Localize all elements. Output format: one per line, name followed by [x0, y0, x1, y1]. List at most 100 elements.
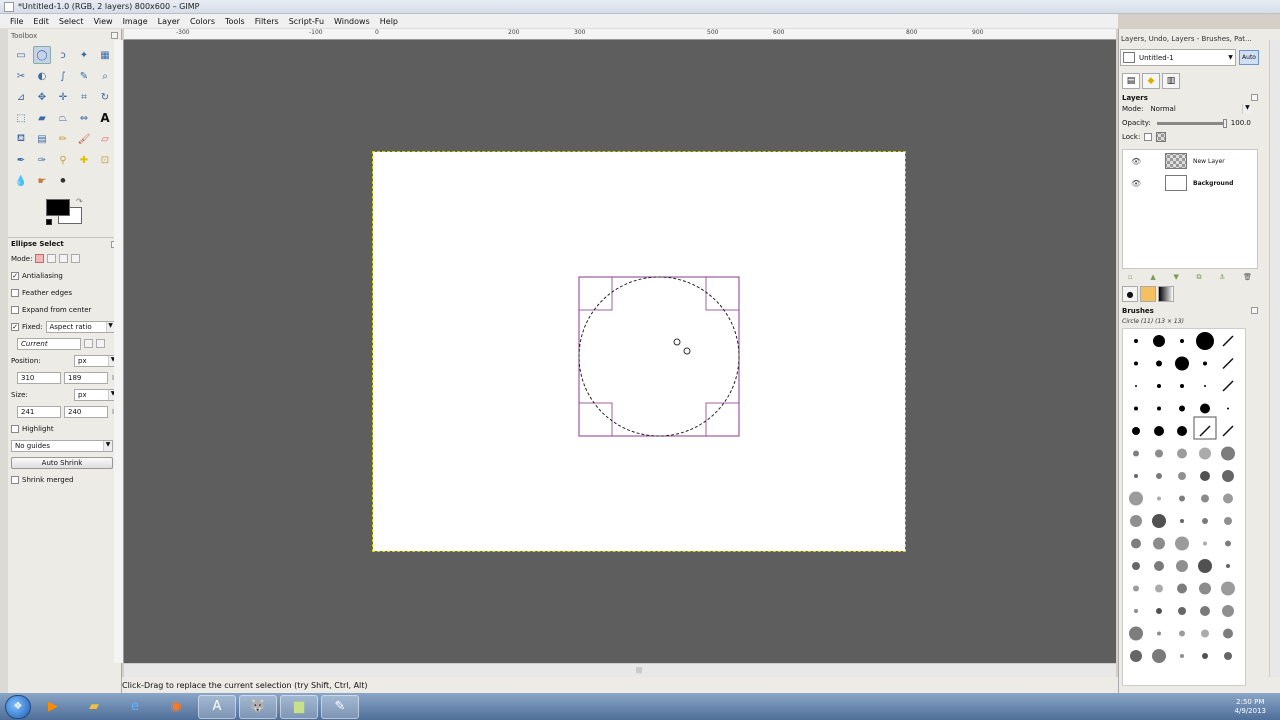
file-explorer-icon[interactable]: ▰ — [75, 695, 113, 719]
lock-pixels-checkbox[interactable] — [1144, 133, 1153, 141]
heal-icon[interactable]: ✚ — [75, 151, 93, 169]
perspective-clone-icon[interactable]: ⊡ — [96, 151, 114, 169]
gradients-tab-icon[interactable] — [1158, 286, 1174, 302]
reset-colors-icon[interactable] — [46, 219, 52, 225]
paintbrush-icon[interactable]: 🖌 — [75, 130, 93, 148]
clone-icon[interactable]: ⚲ — [54, 151, 72, 169]
image-select[interactable]: Untitled-1 ▼ — [1120, 49, 1236, 66]
new-layer-icon[interactable]: ▫ — [1128, 273, 1133, 282]
opacity-knob[interactable] — [1222, 118, 1227, 128]
patterns-tab-icon[interactable] — [1140, 286, 1156, 302]
aspect-current-input[interactable]: Current — [17, 337, 81, 350]
menu-help[interactable]: Help — [375, 17, 403, 26]
eye-icon[interactable]: 👁 — [1131, 157, 1141, 166]
opacity-slider[interactable] — [1156, 118, 1227, 128]
firefox-icon[interactable]: ◉ — [157, 695, 195, 719]
layers-tab-icon[interactable]: ▤ — [1122, 73, 1140, 89]
duplicate-layer-icon[interactable]: ⧉ — [1197, 273, 1202, 282]
anchor-layer-icon[interactable]: ⚓ — [1219, 273, 1225, 282]
fixed-checkbox[interactable]: ✓ — [11, 322, 19, 331]
smudge-icon[interactable]: ☛ — [33, 172, 51, 190]
fixed-select[interactable]: Aspect ratio ▼ — [45, 320, 116, 333]
gimp-wilber-icon[interactable]: 🐺 — [239, 694, 277, 719]
menu-windows[interactable]: Windows — [329, 17, 375, 26]
select-by-color-icon[interactable]: ▦ — [96, 46, 114, 64]
rotate-icon[interactable]: ↻ — [96, 88, 114, 106]
expand-from-center-checkbox[interactable] — [11, 305, 19, 314]
layer-mode-select[interactable]: Normal ▼ — [1147, 103, 1252, 115]
windows-start-icon[interactable]: ❖ — [5, 694, 31, 719]
highlight-checkbox[interactable] — [11, 424, 19, 433]
feather-edges-checkbox[interactable] — [11, 288, 19, 297]
fuzzy-select-icon[interactable]: ✦ — [75, 46, 93, 64]
brush-grid[interactable] — [1122, 328, 1246, 686]
pencil-icon[interactable]: ✏ — [54, 130, 72, 148]
menu-view[interactable]: View — [89, 17, 118, 26]
auto-shrink-button[interactable]: Auto Shrink — [11, 456, 113, 469]
auto-button[interactable]: Auto — [1239, 50, 1259, 65]
align-icon[interactable]: ✛ — [54, 88, 72, 106]
shear-icon[interactable]: ▰ — [33, 109, 51, 127]
lower-layer-icon[interactable]: ▼ — [1173, 273, 1178, 282]
delete-layer-icon[interactable]: 🗑 — [1243, 273, 1252, 282]
gimp-tool-icon[interactable]: ✎ — [321, 694, 359, 719]
brushes-tab-icon[interactable]: ● — [1122, 286, 1138, 302]
mode-intersect-button[interactable] — [71, 254, 81, 263]
ellipse-select-icon[interactable]: ◯ — [33, 46, 51, 64]
menu-tools[interactable]: Tools — [220, 17, 250, 26]
shrink-merged-checkbox[interactable] — [11, 475, 19, 484]
measure-icon[interactable]: ⊿ — [12, 88, 30, 106]
size-w-input[interactable]: 241 — [17, 405, 61, 418]
position-x-input[interactable]: 310 — [17, 371, 61, 384]
system-clock[interactable]: 2:50 PM 4/9/2013 — [1235, 698, 1266, 716]
menu-colors[interactable]: Colors — [185, 17, 220, 26]
mode-subtract-button[interactable] — [59, 254, 69, 263]
airbrush-icon[interactable]: ✒ — [12, 151, 30, 169]
position-y-input[interactable]: 189 — [64, 371, 108, 384]
position-unit-select[interactable]: px ▼ — [74, 354, 118, 367]
gimp-a-icon[interactable]: A — [198, 694, 236, 719]
canvas-area[interactable] — [124, 40, 1116, 663]
ink-icon[interactable]: ✑ — [33, 151, 51, 169]
text-icon[interactable]: A — [96, 109, 114, 127]
mode-replace-button[interactable] — [35, 254, 45, 263]
scale-icon[interactable]: ⬚ — [12, 109, 30, 127]
size-h-input[interactable]: 240 — [64, 405, 108, 418]
antialiasing-checkbox[interactable]: ✓ — [11, 271, 19, 280]
raise-layer-icon[interactable]: ▲ — [1150, 273, 1155, 282]
dock-close-icon[interactable] — [111, 32, 118, 39]
menu-layer[interactable]: Layer — [153, 17, 185, 26]
image-canvas[interactable] — [372, 151, 906, 552]
gimp-window-icon[interactable]: ▆ — [280, 694, 318, 719]
layer-row-new-layer[interactable]: 👁 New Layer — [1123, 150, 1257, 172]
menu-filters[interactable]: Filters — [250, 17, 284, 26]
foreground-select-icon[interactable]: ◐ — [33, 67, 51, 85]
mode-add-button[interactable] — [47, 254, 57, 263]
landscape-button[interactable] — [96, 339, 105, 348]
swap-colors-icon[interactable]: ↷ — [76, 197, 83, 206]
internet-explorer-icon[interactable]: e — [116, 695, 154, 719]
horizontal-scrollbar[interactable]: ||| — [124, 663, 1116, 677]
media-player-icon[interactable]: ▶ — [34, 695, 72, 719]
channels-tab-icon[interactable]: ◆ — [1142, 73, 1160, 89]
menu-edit[interactable]: Edit — [28, 17, 54, 26]
lock-alpha-icon[interactable] — [1156, 132, 1167, 142]
paths-icon[interactable]: ∫ — [54, 67, 72, 85]
layer-row-background[interactable]: 👁 Background — [1123, 172, 1257, 194]
move-icon[interactable]: ✥ — [33, 88, 51, 106]
right-dock-scrollbar[interactable] — [1269, 40, 1280, 677]
color-picker-icon[interactable]: ✎ — [75, 67, 93, 85]
blur-icon[interactable]: 💧 — [12, 172, 30, 190]
zoom-icon[interactable]: ⌕ — [96, 67, 114, 85]
layers-close-icon[interactable] — [1251, 94, 1258, 101]
eraser-icon[interactable]: ▱ — [96, 130, 114, 148]
crop-icon[interactable]: ⌗ — [75, 88, 93, 106]
brushes-close-icon[interactable] — [1251, 307, 1258, 314]
dodge-burn-icon[interactable]: ⚫ — [54, 172, 72, 190]
eye-icon[interactable]: 👁 — [1131, 179, 1141, 188]
bucket-fill-icon[interactable]: ⛾ — [12, 130, 30, 148]
size-unit-select[interactable]: px ▼ — [74, 388, 118, 401]
menu-image[interactable]: Image — [118, 17, 153, 26]
scissors-icon[interactable]: ✂ — [12, 67, 30, 85]
paths-tab-icon[interactable]: ▥ — [1162, 73, 1180, 89]
